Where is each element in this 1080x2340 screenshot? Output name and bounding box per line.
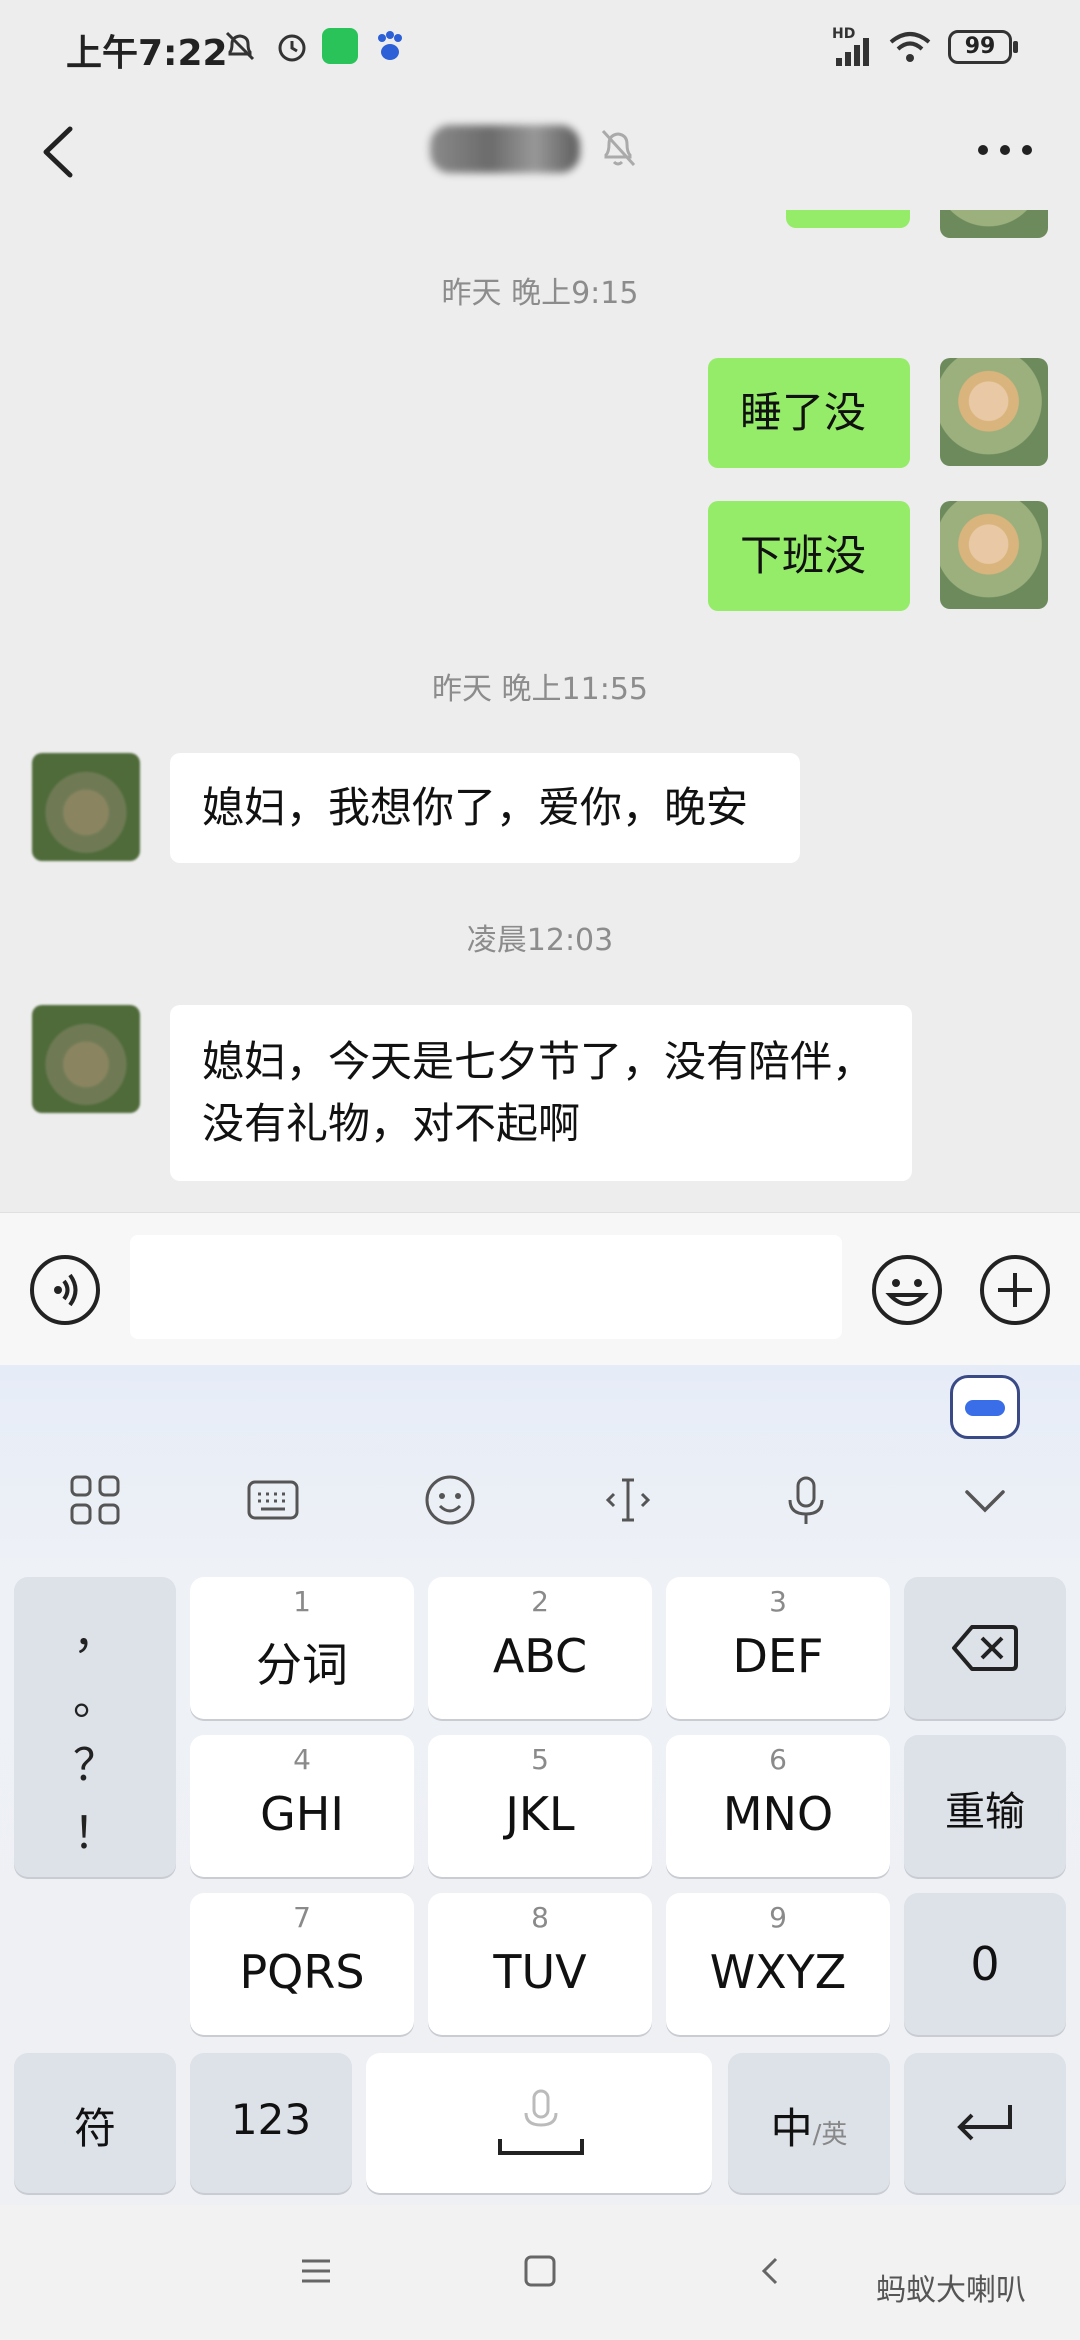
language-toggle-key[interactable]: 中/英 <box>728 2053 890 2193</box>
avatar[interactable] <box>32 753 140 861</box>
back-button[interactable] <box>28 117 88 187</box>
key-1[interactable]: 1 分词 <box>190 1577 414 1719</box>
received-message-bubble[interactable]: 媳妇，我想你了，爱你，晚安 <box>170 753 800 863</box>
key-7[interactable]: 7 PQRS <box>190 1893 414 2035</box>
time-label: 昨天 晚上11:55 <box>432 672 648 707</box>
alarm-icon <box>278 34 306 62</box>
key-5[interactable]: 5 JKL <box>428 1735 652 1877</box>
message-input[interactable] <box>130 1235 842 1339</box>
plus-circle-icon[interactable] <box>978 1253 1052 1327</box>
watermark: 蚂蚁大喇叭 <box>876 2273 1026 2308</box>
message-line: 没有礼物，对不起啊 <box>202 1099 581 1148</box>
punctuation-comma[interactable]: ， <box>14 1597 176 1661</box>
sent-message-bubble[interactable]: 下班没 <box>708 501 910 611</box>
app-notification-icon <box>322 28 358 64</box>
chevron-down-icon[interactable] <box>955 1470 1015 1530</box>
battery-icon: 99 <box>948 30 1018 64</box>
chat-header <box>0 95 1080 210</box>
time-label: 昨天 晚上9:15 <box>441 276 639 311</box>
symbols-key[interactable]: 符 <box>14 2053 176 2193</box>
input-bar <box>0 1212 1080 1365</box>
backspace-icon <box>952 1625 1018 1671</box>
key-8[interactable]: 8 TUV <box>428 1893 652 2035</box>
key-0[interactable]: 0 <box>904 1893 1066 2035</box>
sent-message-bubble[interactable]: 睡了没 <box>708 358 910 468</box>
enter-icon <box>957 2105 1012 2141</box>
received-message-bubble[interactable]: 媳妇，今天是七夕节了，没有陪伴， 没有礼物，对不起啊 <box>170 1005 912 1181</box>
avatar[interactable] <box>32 1005 140 1113</box>
message-line: 媳妇，今天是七夕节了，没有陪伴， <box>202 1037 875 1086</box>
key-9[interactable]: 9 WXYZ <box>666 1893 890 2035</box>
enter-key[interactable] <box>904 2053 1066 2193</box>
punctuation-question[interactable]: ？ <box>14 1729 176 1793</box>
status-time: 上午7:22 <box>66 33 228 74</box>
key-4[interactable]: 4 GHI <box>190 1735 414 1877</box>
lang-main: 中 <box>770 2104 813 2153</box>
status-bar: 上午7:22 HD 99 <box>0 0 1080 95</box>
punctuation-period[interactable]: 。 <box>14 1663 176 1727</box>
keyboard-icon[interactable] <box>243 1470 303 1530</box>
numbers-key[interactable]: 123 <box>190 2053 352 2193</box>
system-nav-bar: 蚂蚁大喇叭 <box>0 2205 1080 2340</box>
key-3[interactable]: 3 DEF <box>666 1577 890 1719</box>
baidu-icon <box>378 31 402 60</box>
punctuation-exclamation[interactable]: ！ <box>14 1797 176 1861</box>
backspace-key[interactable] <box>904 1577 1066 1719</box>
emoji-icon[interactable] <box>870 1253 944 1327</box>
bell-muted-icon <box>601 129 636 167</box>
menu-icon[interactable] <box>298 2253 334 2289</box>
microphone-icon[interactable] <box>776 1470 836 1530</box>
back-triangle-icon[interactable] <box>752 2253 788 2289</box>
voice-input-icon[interactable] <box>28 1253 102 1327</box>
avatar[interactable] <box>940 210 1048 238</box>
robot-assistant-icon[interactable] <box>950 1375 1020 1439</box>
chat-history[interactable]: 昨天 晚上9:15 睡了没 下班没 昨天 晚上11:55 媳妇，我想你了，爱你，… <box>0 210 1080 1210</box>
reinput-key[interactable]: 重输 <box>904 1735 1066 1877</box>
avatar[interactable] <box>940 501 1048 609</box>
punctuation-panel[interactable]: ， 。 ？ ！ <box>14 1577 176 1877</box>
key-6[interactable]: 6 MNO <box>666 1735 890 1877</box>
key-2[interactable]: 2 ABC <box>428 1577 652 1719</box>
contact-name[interactable] <box>430 125 580 173</box>
signal-icon <box>836 38 869 66</box>
apps-grid-icon[interactable] <box>65 1470 125 1530</box>
more-options-button[interactable] <box>970 135 1040 165</box>
battery-level: 99 <box>964 34 996 59</box>
wifi-icon <box>889 32 931 62</box>
mute-notifications-icon <box>225 31 255 61</box>
text-cursor-icon[interactable] <box>598 1470 658 1530</box>
time-label: 凌晨12:03 <box>466 923 614 958</box>
lang-alt: /英 <box>812 2120 848 2150</box>
home-square-icon[interactable] <box>522 2253 558 2289</box>
space-mic-icon <box>498 2089 584 2155</box>
smiley-icon[interactable] <box>420 1470 480 1530</box>
keyboard: ， 。 ？ ！ 1 分词 2 ABC 3 DEF 4 GHI 5 JKL 6 MNO 重输 … <box>0 1365 1080 2205</box>
space-key[interactable] <box>366 2053 712 2193</box>
avatar[interactable] <box>940 358 1048 466</box>
previous-sent-bubble[interactable] <box>786 210 910 228</box>
